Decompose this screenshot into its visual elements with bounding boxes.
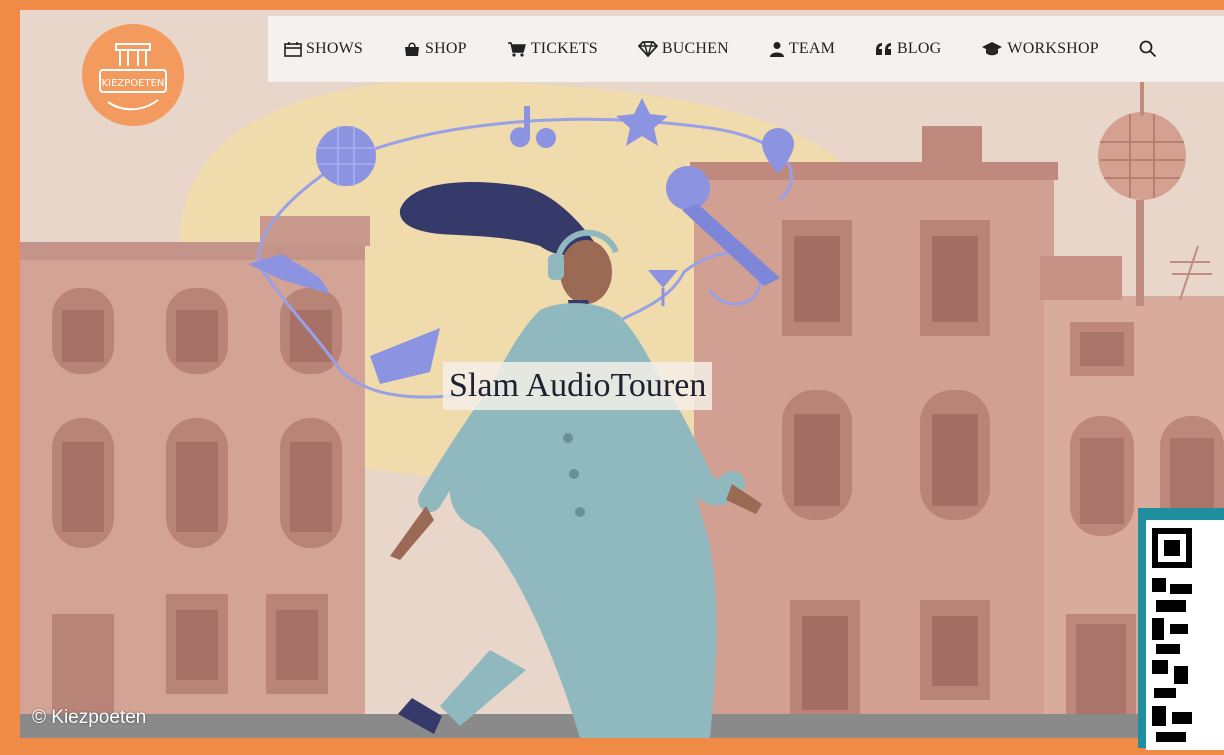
qr-code-pattern <box>1152 528 1192 742</box>
graduation-cap-icon <box>982 42 1003 56</box>
nav-blog[interactable]: BLOG <box>875 40 941 58</box>
hero-title: Slam AudioTouren <box>443 362 713 410</box>
qr-code <box>1138 508 1224 750</box>
search-button[interactable] <box>1139 40 1157 58</box>
quote-icon <box>876 43 892 55</box>
search-icon <box>1139 40 1156 58</box>
nav-buchen[interactable]: BUCHEN <box>637 40 729 58</box>
nav-workshop[interactable]: WORKSHOP <box>981 40 1099 58</box>
calendar-icon <box>284 42 302 57</box>
nav-shows[interactable]: SHOWS <box>284 40 363 58</box>
hero-stage: KIEZPOETEN SHOWS SHOP TICKETS BUCHEN TEA… <box>20 10 1224 738</box>
nav-blog-label: BLOG <box>897 40 942 57</box>
nav-tickets[interactable]: TICKETS <box>507 40 598 58</box>
cart-icon <box>507 42 526 57</box>
diamond-icon <box>637 41 658 57</box>
nav-tickets-label: TICKETS <box>530 40 598 57</box>
nav-shop-label: SHOP <box>425 40 467 57</box>
shopping-bag-icon <box>405 42 420 56</box>
kiezpoeten-logo[interactable]: KIEZPOETEN <box>82 24 184 126</box>
nav-buchen-label: BUCHEN <box>661 40 729 57</box>
orange-frame: KIEZPOETEN SHOWS SHOP TICKETS BUCHEN TEA… <box>0 0 1224 750</box>
nav-team[interactable]: TEAM <box>769 40 835 58</box>
user-icon <box>769 42 784 57</box>
main-navbar: SHOWS SHOP TICKETS BUCHEN TEAM BLOG WORK… <box>268 16 1224 82</box>
nav-shop[interactable]: SHOP <box>403 40 467 58</box>
nav-workshop-label: WORKSHOP <box>1007 40 1099 57</box>
brandenburg-gate-icon: KIEZPOETEN <box>99 43 167 111</box>
copyright-text: © Kiezpoeten <box>32 707 147 728</box>
nav-shows-label: SHOWS <box>306 40 364 57</box>
qr-code-area <box>1146 520 1224 750</box>
nav-team-label: TEAM <box>788 40 836 57</box>
logo-text: KIEZPOETEN <box>102 78 165 89</box>
